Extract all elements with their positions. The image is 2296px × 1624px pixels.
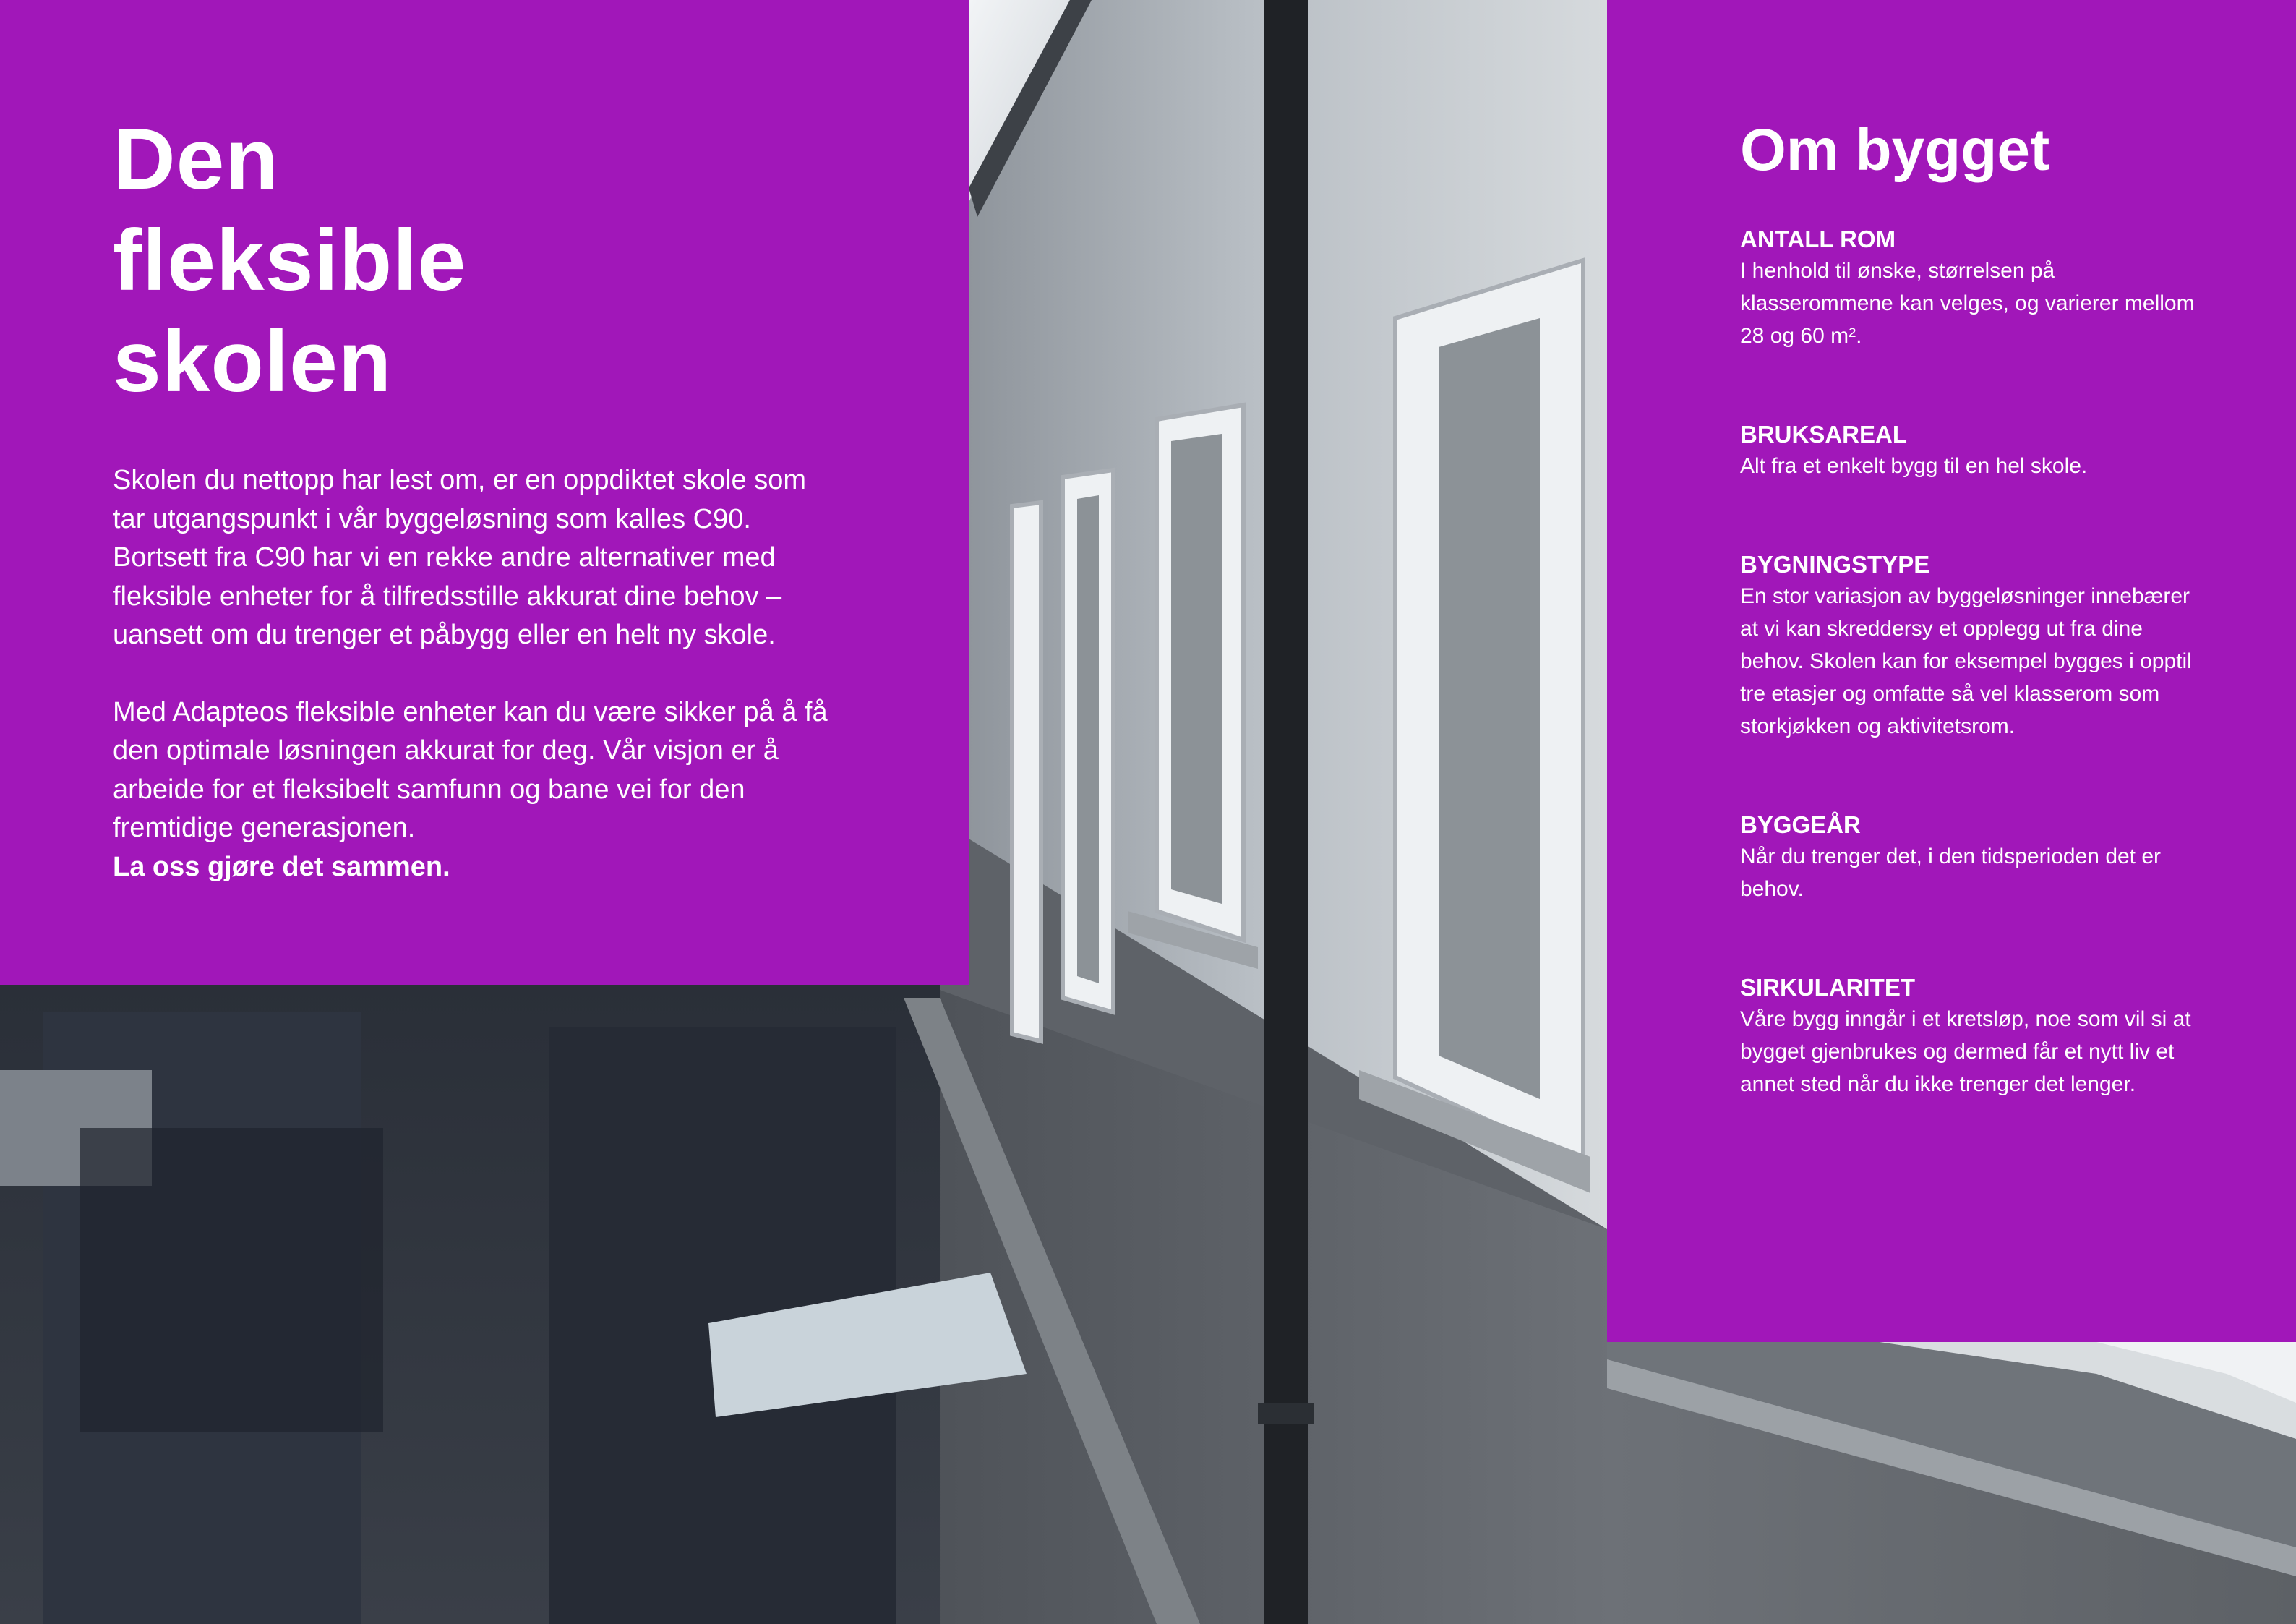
intro-paragraph-2: Med Adapteos fleksible enheter kan du væ… [113, 696, 828, 844]
headline-line-3: skolen [113, 313, 393, 410]
fact-label: BYGNINGSTYPE [1740, 551, 1930, 578]
fact-item: BRUKSAREAL Alt fra et enkelt bygg til en… [1740, 419, 2203, 482]
intro-paragraph-1: Skolen du nettopp har lest om, er en opp… [113, 465, 806, 650]
call-to-action: La oss gjøre det sammen. [113, 851, 450, 882]
headline-line-2: fleksible [113, 212, 467, 309]
fact-label: ANTALL ROM [1740, 226, 1896, 252]
fact-item: ANTALL ROM I henhold til ønske, størrels… [1740, 224, 2203, 352]
headline-line-1: Den [113, 111, 279, 208]
page-headline: Den fleksible skolen [113, 108, 969, 412]
fact-label: BRUKSAREAL [1740, 421, 1907, 448]
building-facts-panel: Om bygget ANTALL ROM I henhold til ønske… [1607, 0, 2296, 1342]
fact-label: BYGGEÅR [1740, 811, 1861, 838]
facts-title: Om bygget [1740, 117, 2050, 183]
fact-text: I henhold til ønske, størrelsen på klass… [1740, 259, 2195, 348]
intro-text: Skolen du nettopp har lest om, er en opp… [113, 461, 836, 886]
fact-item: BYGNINGSTYPE En stor variasjon av byggel… [1740, 550, 2203, 743]
intro-panel: Den fleksible skolen Skolen du nettopp h… [0, 0, 969, 985]
facts-list: ANTALL ROM I henhold til ønske, størrels… [1740, 224, 2203, 1101]
fact-text: Når du trenger det, i den tidsperioden d… [1740, 845, 2162, 901]
fact-label: SIRKULARITET [1740, 974, 1915, 1001]
fact-item: BYGGEÅR Når du trenger det, i den tidspe… [1740, 810, 2203, 905]
fact-text: En stor variasjon av byggeløsninger inne… [1740, 584, 2192, 738]
fact-text: Alt fra et enkelt bygg til en hel skole. [1740, 454, 2088, 478]
fact-text: Våre bygg inngår i et kretsløp, noe som … [1740, 1007, 2191, 1096]
fact-item: SIRKULARITET Våre bygg inngår i et krets… [1740, 973, 2203, 1101]
